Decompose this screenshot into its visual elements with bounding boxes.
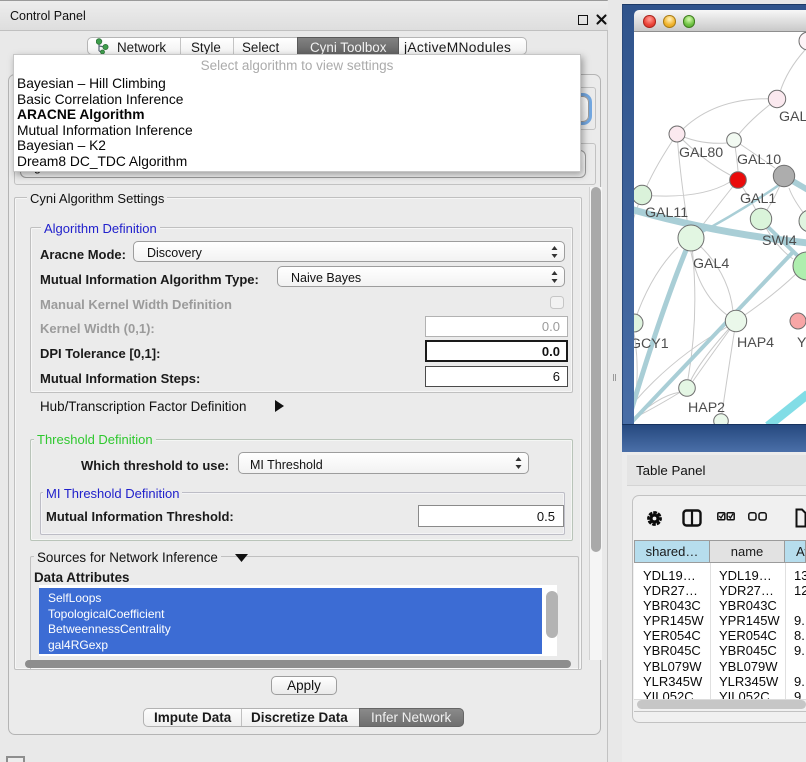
svg-text:HAP2: HAP2	[688, 400, 725, 416]
svg-text:SWI4: SWI4	[762, 233, 797, 249]
svg-text:YD: YD	[797, 335, 806, 351]
svg-text:GAL4: GAL4	[693, 256, 729, 272]
svg-text:GAL11: GAL11	[645, 205, 688, 221]
svg-text:GCY1: GCY1	[634, 336, 669, 352]
svg-text:GAL80: GAL80	[679, 145, 723, 161]
svg-text:GAL7: GAL7	[779, 109, 806, 125]
svg-text:GAL1: GAL1	[740, 191, 776, 207]
svg-text:HAP4: HAP4	[737, 335, 774, 351]
svg-text:GAL10: GAL10	[737, 152, 781, 168]
